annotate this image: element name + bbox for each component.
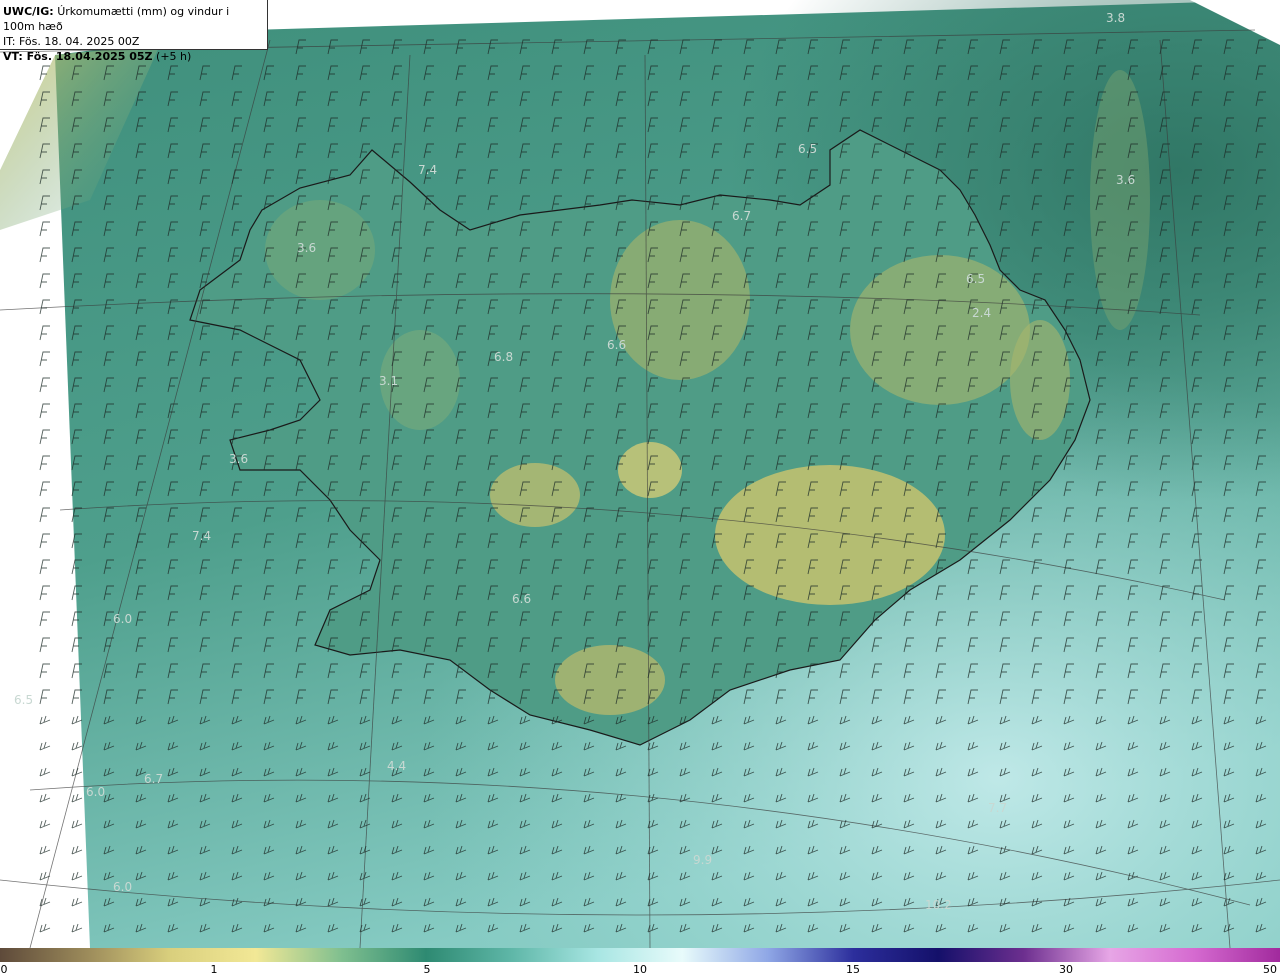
colorbar-tick: 50 bbox=[1263, 963, 1277, 976]
title-line: UWC/IG: Úrkomumætti (mm) og vindur i 100… bbox=[3, 4, 264, 34]
forecast-offset: (+5 h) bbox=[156, 50, 192, 63]
value-label: 6.0 bbox=[86, 785, 105, 799]
value-label: 4.4 bbox=[387, 759, 406, 773]
colorbar-tick: 10 bbox=[633, 963, 647, 976]
value-label: 6.0 bbox=[113, 612, 132, 626]
value-label: 9.9 bbox=[693, 853, 712, 867]
value-label: 6.6 bbox=[607, 338, 626, 352]
value-label: 3.8 bbox=[1106, 11, 1125, 25]
value-label: 10.2 bbox=[925, 898, 952, 912]
map-title-box: UWC/IG: Úrkomumætti (mm) og vindur i 100… bbox=[0, 0, 268, 63]
valid-time-line: VT: Fös. 18.04.2025 05Z (+5 h) bbox=[3, 49, 264, 64]
value-label: 3.6 bbox=[229, 452, 248, 466]
value-label: 6.7 bbox=[732, 209, 751, 223]
init-time: IT: Fös. 18. 04. 2025 00Z bbox=[3, 35, 140, 48]
value-label: 6.6 bbox=[512, 592, 531, 606]
value-label: 3.6 bbox=[1116, 173, 1135, 187]
colorbar-tick: 1 bbox=[210, 963, 218, 976]
model-name: UWC/IG: bbox=[3, 5, 54, 18]
value-label: 3.6 bbox=[297, 241, 316, 255]
colorbar-tick: 30 bbox=[1059, 963, 1073, 976]
glacier-vatnajokull bbox=[715, 465, 945, 605]
value-label: 6.5 bbox=[14, 693, 33, 707]
value-label: 3.1 bbox=[379, 374, 398, 388]
colorbar-tick: 15 bbox=[846, 963, 860, 976]
valid-time: VT: Fös. 18.04.2025 05Z bbox=[3, 50, 153, 63]
value-label: 7.7 bbox=[988, 801, 1007, 815]
colorbar-tick: 5 bbox=[423, 963, 431, 976]
value-label: 2.4 bbox=[972, 306, 991, 320]
value-label: 6.7 bbox=[144, 772, 163, 786]
value-label: 6.0 bbox=[113, 880, 132, 894]
weather-map: 3.8 3.6 6.5 7.4 6.7 3.6 6.5 2.4 6.8 6.6 … bbox=[0, 0, 1280, 948]
value-label: 6.5 bbox=[798, 142, 817, 156]
colorbar-tick: 0 bbox=[0, 963, 8, 976]
value-label: 7.4 bbox=[192, 529, 211, 543]
value-label: 6.8 bbox=[494, 350, 513, 364]
colorbar bbox=[0, 948, 1280, 962]
value-label: 6.5 bbox=[966, 272, 985, 286]
colorbar-labels: 0 1 5 10 15 30 50 bbox=[0, 963, 1280, 978]
value-label: 7.4 bbox=[418, 163, 437, 177]
